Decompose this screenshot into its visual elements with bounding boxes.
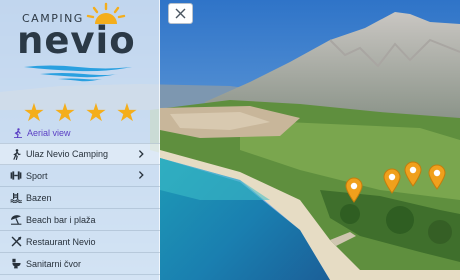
map-pin-icon[interactable]	[383, 168, 401, 194]
star-icon: ★	[84, 99, 108, 127]
umbrella-beach-icon	[10, 214, 22, 226]
poi-menu: Ulaz Nevio Camping Sport Bazen Beach bar…	[0, 143, 160, 275]
menu-item-restaurant[interactable]: Restaurant Nevio	[0, 231, 160, 253]
menu-item-sanitary[interactable]: Sanitarni čvor	[0, 253, 160, 275]
side-panel: CAMPING nevio ★ ★ ★ ★ Aerial view Ulaz N…	[0, 0, 160, 280]
aerial-view-label: Aerial view	[27, 127, 71, 138]
menu-item-label: Beach bar i plaža	[26, 214, 96, 225]
brand-name: nevio	[17, 19, 136, 62]
hiker-icon	[14, 127, 22, 138]
close-icon	[175, 8, 186, 19]
waves-icon	[24, 65, 132, 82]
menu-item-label: Restaurant Nevio	[26, 236, 96, 247]
chevron-right-icon	[138, 150, 144, 158]
aerial-view-link[interactable]: Aerial view	[13, 126, 71, 139]
star-icon: ★	[115, 99, 139, 127]
brand-logo: CAMPING nevio	[0, 0, 160, 92]
menu-item-entrance[interactable]: Ulaz Nevio Camping	[0, 143, 160, 165]
star-rating: ★ ★ ★ ★	[22, 99, 139, 127]
toilet-icon	[10, 258, 22, 270]
menu-item-sport[interactable]: Sport	[0, 165, 160, 187]
dumbbell-icon	[10, 170, 22, 182]
utensils-icon	[10, 236, 22, 248]
map-pin-icon[interactable]	[345, 177, 363, 203]
menu-item-label: Ulaz Nevio Camping	[26, 149, 109, 159]
menu-item-pool[interactable]: Bazen	[0, 187, 160, 209]
menu-item-label: Sanitarni čvor	[26, 258, 82, 269]
menu-item-beach-bar[interactable]: Beach bar i plaža	[0, 209, 160, 231]
map-pin-icon[interactable]	[428, 164, 446, 190]
star-icon: ★	[53, 99, 77, 127]
chevron-right-icon	[138, 171, 144, 179]
map-pin-icon[interactable]	[404, 161, 422, 187]
menu-item-label: Bazen	[26, 192, 52, 203]
walking-person-icon	[10, 148, 22, 160]
close-button[interactable]	[168, 3, 193, 24]
pool-icon	[10, 192, 22, 204]
star-icon: ★	[22, 99, 46, 127]
menu-item-label: Sport	[26, 170, 48, 181]
